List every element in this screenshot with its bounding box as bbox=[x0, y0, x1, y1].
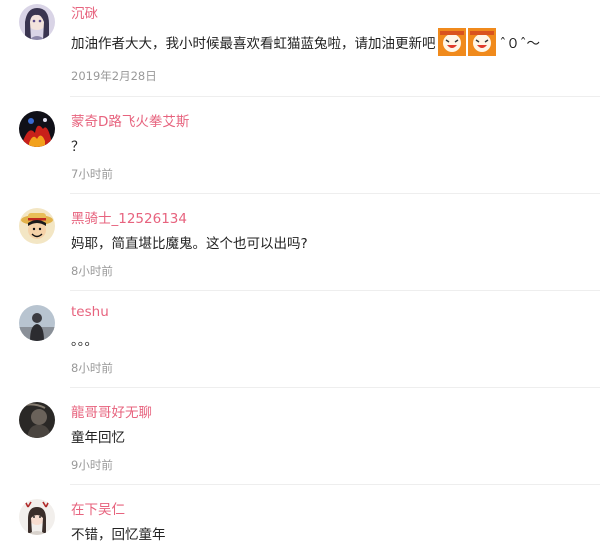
comment-item: 在下吴仁 不错，回忆童年 bbox=[0, 485, 600, 550]
comment-item: teshu 。。。 8小时前 bbox=[0, 291, 600, 388]
comment-time: 7小时前 bbox=[71, 167, 113, 181]
comment-content: 童年回忆 bbox=[71, 426, 125, 446]
avatar-anime-girl-icon bbox=[19, 4, 55, 40]
user-avatar[interactable] bbox=[19, 208, 55, 244]
comment-username[interactable]: teshu bbox=[71, 304, 109, 320]
comment-text: 。。。 bbox=[71, 333, 98, 349]
comment-content: 不错，回忆童年 bbox=[71, 523, 166, 543]
comment-item: 龍哥哥好无聊 童年回忆 9小时前 bbox=[0, 388, 600, 485]
comment-username[interactable]: 龍哥哥好无聊 bbox=[71, 401, 152, 421]
avatar-fire-icon bbox=[19, 111, 55, 147]
comment-item: 蒙奇D路飞火拳艾斯 ？ 7小时前 bbox=[0, 97, 600, 194]
comment-username[interactable]: 沉砯 bbox=[71, 2, 98, 22]
comment-username[interactable]: 蒙奇D路飞火拳艾斯 bbox=[71, 110, 189, 130]
comment-content: 加油作者大大，我小时候最喜欢看虹猫蓝兔啦，请加油更新吧 ˆ０ˆ～ bbox=[71, 28, 540, 56]
comment-username[interactable]: 在下吴仁 bbox=[71, 498, 125, 518]
comment-item: 黑骑士_12526134 妈耶，简直堪比魔鬼。这个也可以出吗? 8小时前 bbox=[0, 194, 600, 291]
avatar-girl-with-antlers-icon bbox=[19, 499, 55, 535]
avatar-dark-portrait-icon bbox=[19, 402, 55, 438]
user-avatar[interactable] bbox=[19, 111, 55, 147]
avatar-straw-hat-icon bbox=[19, 208, 55, 244]
comment-item: 沉砯 加油作者大大，我小时候最喜欢看虹猫蓝兔啦，请加油更新吧 ˆ０ˆ～ 2019… bbox=[0, 0, 600, 97]
avatar-person-silhouette-icon bbox=[19, 305, 55, 341]
user-avatar[interactable] bbox=[19, 499, 55, 535]
laughing-face-sticker-icon bbox=[467, 28, 496, 56]
comment-text: 加油作者大大，我小时候最喜欢看虹猫蓝兔啦，请加油更新吧 bbox=[71, 36, 436, 52]
comment-text: 不错，回忆童年 bbox=[71, 527, 166, 543]
kaomoji-text: ˆ０ˆ～ bbox=[499, 36, 541, 52]
user-avatar[interactable] bbox=[19, 305, 55, 341]
comment-content: 。。。 bbox=[71, 329, 98, 349]
comment-text: 童年回忆 bbox=[71, 430, 125, 446]
comment-time: 8小时前 bbox=[71, 264, 113, 278]
comment-time: 8小时前 bbox=[71, 361, 113, 375]
comment-text: ？ bbox=[71, 139, 85, 155]
laughing-face-sticker-icon bbox=[437, 28, 466, 56]
comment-list: 沉砯 加油作者大大，我小时候最喜欢看虹猫蓝兔啦，请加油更新吧 ˆ０ˆ～ 2019… bbox=[0, 0, 600, 550]
comment-username[interactable]: 黑骑士_12526134 bbox=[71, 207, 187, 227]
comment-time: 2019年2月28日 bbox=[71, 69, 157, 83]
user-avatar[interactable] bbox=[19, 402, 55, 438]
comment-content: ？ bbox=[71, 135, 85, 155]
comment-time: 9小时前 bbox=[71, 458, 113, 472]
user-avatar[interactable] bbox=[19, 4, 55, 40]
comment-text: 妈耶，简直堪比魔鬼。这个也可以出吗? bbox=[71, 236, 308, 252]
comment-content: 妈耶，简直堪比魔鬼。这个也可以出吗? bbox=[71, 232, 308, 252]
